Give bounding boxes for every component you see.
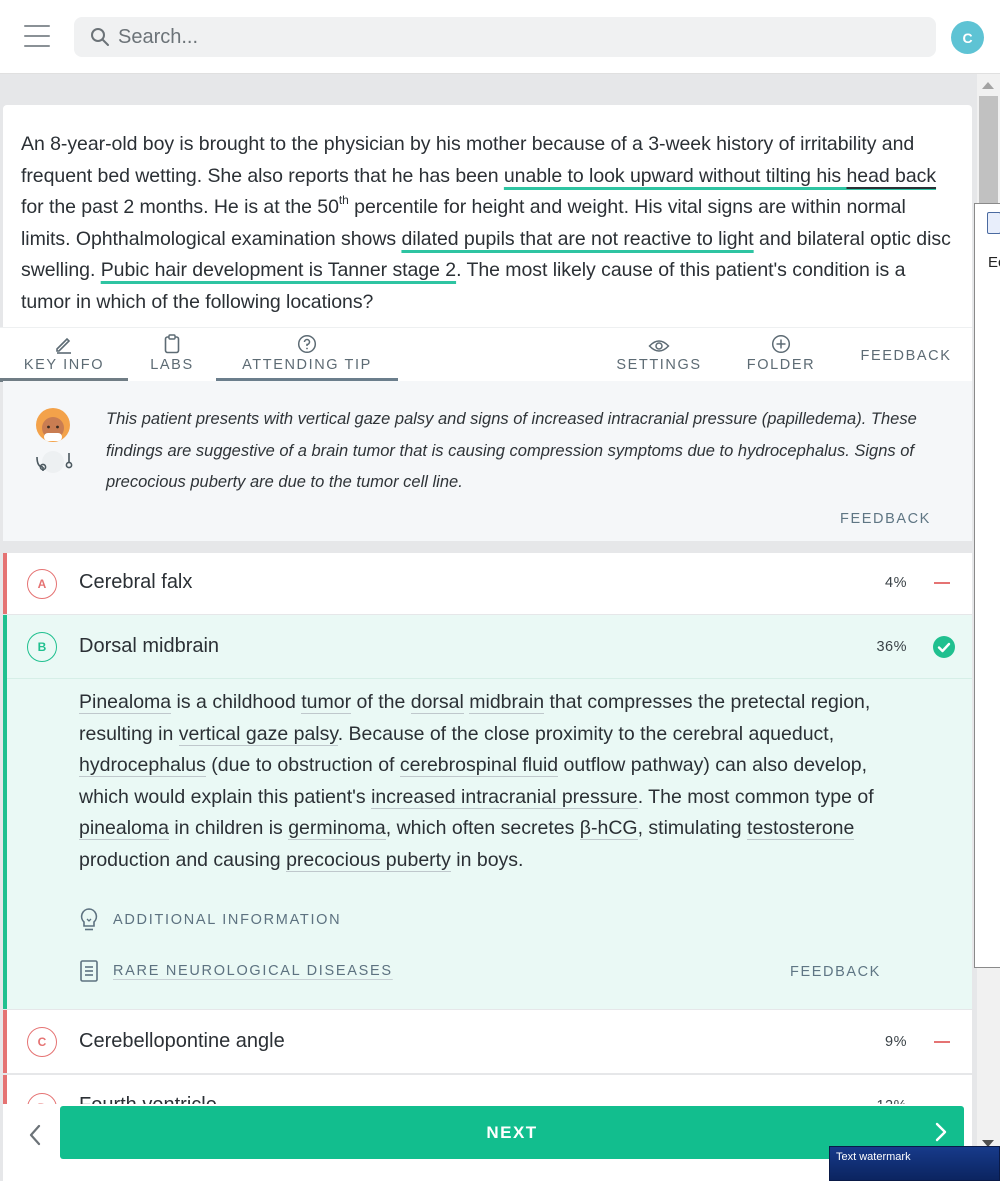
text-watermark: Text watermark [829, 1146, 1000, 1181]
glossary-term[interactable]: cerebrospinal fluid [399, 754, 559, 777]
scroll-up-arrow-icon[interactable] [982, 82, 994, 89]
superscript: th [338, 192, 349, 207]
question-stem: An 8-year-old boy is brought to the phys… [21, 129, 957, 318]
rare-neurological-diseases-label: RARE NEUROLOGICAL DISEASES [113, 963, 393, 979]
tab-key-info[interactable]: KEY INFO [0, 328, 128, 382]
explanation-text: , stimulating [637, 817, 748, 839]
explanation-text: is a childhood [171, 691, 302, 713]
tab-label: SETTINGS [616, 357, 702, 373]
glossary-term[interactable]: pinealoma [79, 817, 169, 840]
answer-option-c[interactable]: C Cerebellopontine angle 9% [3, 1010, 972, 1073]
search-input[interactable] [118, 25, 898, 49]
question-text-segment: for the past 2 months. He is at the 50 [21, 196, 339, 218]
glossary-term[interactable]: germinoma [288, 817, 386, 840]
answer-option-a[interactable]: A Cerebral falx 4% [3, 553, 972, 614]
glossary-term[interactable]: hydrocephalus [79, 754, 206, 777]
previous-chevron-icon[interactable] [14, 1120, 54, 1150]
pencil-icon [56, 337, 71, 354]
tip-feedback-button[interactable]: FEEDBACK [840, 511, 931, 527]
explanation-text: in boys. [450, 848, 524, 871]
rare-neurological-diseases-link[interactable]: RARE NEUROLOGICAL DISEASES [79, 959, 393, 983]
question-toolbar: KEY INFO LABS ATTENDING TIP SETTINGS FOL… [0, 327, 972, 382]
side-popup-window[interactable]: Ec [974, 203, 1000, 968]
glossary-term[interactable]: increased intracranial pressure [371, 785, 638, 809]
explanation-text: in children is [168, 817, 289, 839]
highlighted-key-info[interactable]: Pubic hair development is Tanner stage 2 [101, 259, 456, 281]
attending-tip-panel: This patient presents with vertical gaze… [3, 381, 972, 541]
explanation-text: production and causing [79, 848, 287, 871]
question-card: An 8-year-old boy is brought to the phys… [3, 105, 972, 327]
highlighted-key-info[interactable]: dilated pupils that are not reactive to … [401, 228, 753, 250]
eye-icon [648, 340, 670, 352]
answer-feedback-button[interactable]: FEEDBACK [790, 964, 881, 980]
lightbulb-icon [80, 908, 98, 931]
tab-label: LABS [150, 357, 194, 373]
glossary-term[interactable]: testosterone [747, 817, 855, 840]
tab-label: ATTENDING TIP [242, 357, 372, 373]
answer-explanation: Pinealoma is a childhood tumor of the do… [79, 687, 919, 876]
tab-settings[interactable]: SETTINGS [606, 328, 712, 382]
answer-percent: 36% [876, 639, 907, 655]
answer-percent: 4% [885, 575, 907, 591]
feedback-button[interactable]: FEEDBACK [850, 328, 962, 382]
glossary-term[interactable]: Pinealoma [79, 691, 172, 714]
highlight-segment: head back [846, 164, 937, 187]
additional-information-label: ADDITIONAL INFORMATION [113, 912, 342, 928]
glossary-term[interactable]: β-hCG [579, 817, 638, 840]
doctor-avatar-icon [36, 408, 73, 473]
glossary-term[interactable]: midbrain [469, 691, 545, 714]
attending-tip-text: This patient presents with vertical gaze… [106, 410, 917, 491]
answer-letter: B [27, 632, 57, 662]
plus-circle-icon [771, 334, 791, 354]
search-box[interactable] [74, 17, 936, 57]
additional-information-button[interactable]: ADDITIONAL INFORMATION [79, 907, 341, 933]
answer-text: Cerebral falx [79, 571, 193, 593]
minus-icon [934, 1041, 950, 1043]
glossary-term[interactable]: tumor [301, 691, 352, 714]
hamburger-menu-icon[interactable] [24, 25, 50, 47]
minus-icon [934, 582, 950, 584]
tab-label: KEY INFO [23, 357, 105, 373]
glossary-term[interactable]: dorsal [410, 691, 464, 714]
explanation-text: . The most common type of [637, 785, 874, 808]
answer-option-b[interactable]: B Dorsal midbrain 36% Pinealoma is a chi… [3, 615, 972, 1009]
answer-text: Cerebellopontine angle [79, 1030, 285, 1052]
explanation-text: , which often secretes [385, 817, 580, 839]
next-label: NEXT [486, 1122, 538, 1142]
highlight-segment: unable to look upward without tilting hi… [503, 164, 847, 187]
explanation-text: (due to obstruction of [205, 754, 400, 776]
answer-letter: C [27, 1027, 57, 1057]
top-bar: C [0, 0, 1000, 74]
explanation-text: of the [351, 691, 411, 713]
app-icon [987, 212, 1000, 234]
side-popup-text: Ec [988, 254, 1000, 271]
highlighted-key-info[interactable]: unable to look upward without tilting hi… [504, 165, 936, 187]
search-icon [91, 28, 109, 46]
question-circle-icon [297, 334, 317, 354]
glossary-term[interactable]: precocious puberty [286, 848, 451, 872]
explanation-text: . Because of the close proximity to the … [337, 722, 835, 745]
check-circle-icon [933, 636, 955, 658]
glossary-term[interactable]: vertical gaze palsy [178, 722, 338, 746]
tab-labs[interactable]: LABS [134, 328, 210, 382]
answer-text: Dorsal midbrain [79, 635, 220, 657]
tab-folder[interactable]: FOLDER [734, 328, 828, 382]
user-avatar[interactable]: C [951, 21, 984, 54]
answer-percent: 9% [885, 1034, 907, 1050]
clipboard-icon [164, 334, 180, 354]
tab-label: FEEDBACK [860, 348, 952, 364]
answer-letter: A [27, 569, 57, 599]
divider [7, 678, 972, 679]
tab-attending-tip[interactable]: ATTENDING TIP [216, 328, 398, 382]
article-icon [80, 960, 98, 982]
tab-label: FOLDER [746, 357, 816, 373]
next-chevron-icon [935, 1122, 947, 1142]
